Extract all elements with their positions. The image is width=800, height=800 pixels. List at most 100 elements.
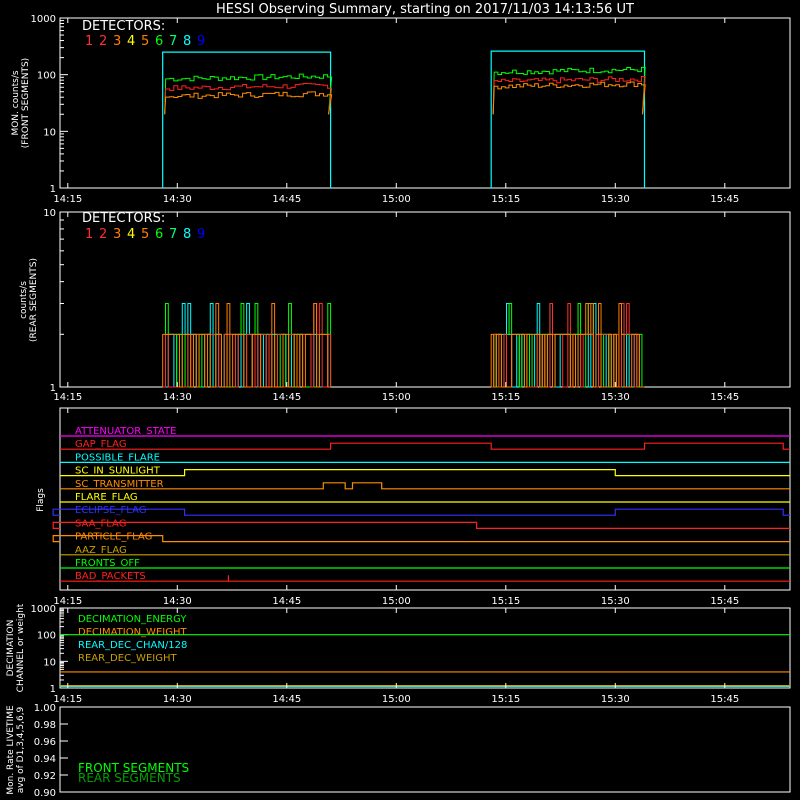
front-detectors-label: DETECTORS: — [82, 19, 165, 34]
x-tick-label: 14:45 — [272, 194, 301, 205]
front-y-axis: 1101001000 — [31, 14, 68, 195]
front-series-red — [164, 82, 333, 115]
y-tick-label: 10 — [43, 127, 56, 138]
x-tick-label: 15:45 — [710, 596, 739, 607]
flag-label-11: BAD_PACKETS — [75, 571, 146, 582]
livetime-tick-label: 1.00 — [34, 703, 56, 714]
flag-label-6: ECLIPSE_FLAG — [75, 505, 146, 516]
flag-line-6 — [52, 508, 790, 516]
flag-label-0: ATTENUATOR_STATE — [75, 426, 176, 437]
x-tick-label: 15:15 — [491, 596, 520, 607]
x-tick-label: 15:00 — [382, 194, 411, 205]
x-tick-label: 14:15 — [53, 392, 82, 403]
livetime-ylabel-1: Mon. Rate LIVETIME — [6, 705, 16, 795]
y-tick-label: 1000 — [31, 604, 56, 615]
detector-number-3: 3 — [113, 227, 121, 242]
livetime-legend: FRONT SEGMENTSREAR SEGMENTS — [78, 761, 189, 785]
livetime-tick-label: 0.92 — [34, 771, 56, 782]
rear-detectors-label: DETECTORS: — [82, 211, 165, 226]
y-tick-label: 10 — [43, 657, 56, 668]
front-series-orange — [164, 91, 333, 115]
flag-label-5: FLARE_FLAG — [75, 492, 138, 503]
detector-number-1: 1 — [85, 34, 93, 49]
y-tick-label: 1000 — [31, 14, 56, 25]
detector-number-4: 4 — [127, 34, 135, 49]
front-series-green — [492, 66, 646, 115]
flag-label-8: PARTICLE_FLAG — [75, 532, 152, 543]
decimation-legend: DECIMATION_ENERGY DECIMATION_WEIGHT REAR_D… — [78, 614, 187, 664]
livetime-y-axis: 0.90 0.92 0.94 0.96 0.98 1.00 — [34, 703, 68, 799]
detector-number-5: 5 — [141, 227, 149, 242]
detector-number-2: 2 — [99, 227, 107, 242]
decimation-legend-1: DECIMATION_WEIGHT — [78, 627, 187, 638]
x-tick-label: 15:30 — [601, 596, 630, 607]
front-ylabel-2: (FRONT SEGMENTS) — [21, 58, 31, 148]
flag-line-4 — [60, 482, 790, 490]
x-tick-label: 15:30 — [601, 392, 630, 403]
rear-ylabel-2: (REAR SEGMENTS) — [29, 258, 39, 342]
livetime-tick-label: 0.90 — [34, 788, 56, 799]
detector-number-9: 9 — [197, 227, 205, 242]
rear-count-lines — [162, 303, 645, 388]
y-tick-label: 100 — [37, 71, 56, 82]
front-detector-numbers: 123456789 — [85, 34, 205, 49]
decimation-ylabel-2: CHANNEL or weight — [16, 603, 26, 692]
flag-label-1: GAP_FLAG — [75, 439, 127, 450]
y-tick-label: 10 — [43, 208, 56, 219]
detector-number-9: 9 — [197, 34, 205, 49]
x-tick-label: 15:45 — [710, 392, 739, 403]
flag-label-2: POSSIBLE_FLARE — [75, 452, 160, 463]
flag-line-8 — [52, 534, 790, 543]
detector-number-6: 6 — [155, 227, 163, 242]
x-tick-label: 14:30 — [163, 194, 192, 205]
x-tick-label: 14:45 — [272, 596, 301, 607]
x-tick-label: 15:30 — [601, 694, 630, 705]
flag-label-7: SAA_FLAG — [75, 518, 126, 529]
front-series-cyan — [162, 51, 332, 188]
y-tick-label: 100 — [37, 631, 56, 642]
flags-x-axis: 14:15 14:30 14:45 15:00 15:15 15:30 15:45 — [53, 408, 739, 607]
decimation-legend-2: REAR_DEC_CHAN/128 — [78, 640, 187, 651]
x-tick-label: 14:30 — [163, 392, 192, 403]
front-count-lines — [162, 50, 646, 188]
flag-label-10: FRONTS_OFF — [75, 558, 140, 569]
x-tick-label: 14:15 — [53, 194, 82, 205]
hessi-summary-chart: HESSI Observing Summary, starting on 201… — [6, 2, 791, 799]
decimation-y-axis: 1101001000 — [31, 604, 68, 695]
detector-number-8: 8 — [183, 227, 191, 242]
detector-number-4: 4 — [127, 227, 135, 242]
x-tick-label: 14:30 — [163, 694, 192, 705]
detector-number-5: 5 — [141, 34, 149, 49]
x-tick-label: 15:15 — [491, 694, 520, 705]
front-ylabel-1: MON. counts/s — [11, 70, 21, 135]
detector-number-1: 1 — [85, 227, 93, 242]
flags-lines: ATTENUATOR_STATE GAP_FLAG POSSIBLE_FLARE SC… — [52, 426, 790, 582]
detector-number-2: 2 — [99, 34, 107, 49]
flag-line-3 — [60, 469, 790, 477]
x-tick-label: 14:15 — [53, 596, 82, 607]
flag-label-3: SC_IN_SUNLIGHT — [75, 466, 161, 477]
x-tick-label: 14:45 — [272, 392, 301, 403]
decimation-legend-0: DECIMATION_ENERGY — [78, 614, 187, 625]
x-tick-label: 15:00 — [382, 392, 411, 403]
livetime-tick-label: 0.96 — [34, 737, 56, 748]
rear-detector-numbers: 123456789 — [85, 227, 205, 242]
flag-line-7 — [52, 521, 790, 530]
front-series-red — [492, 76, 646, 115]
x-tick-label: 15:15 — [491, 194, 520, 205]
x-tick-label: 15:00 — [382, 694, 411, 705]
x-tick-label: 15:30 — [601, 194, 630, 205]
rear-y-axis: 110 — [43, 208, 68, 394]
livetime-legend-1: REAR SEGMENTS — [78, 771, 181, 785]
detector-number-8: 8 — [183, 34, 191, 49]
page-title: HESSI Observing Summary, starting on 201… — [216, 2, 634, 17]
x-tick-label: 14:15 — [53, 694, 82, 705]
front-series-orange — [492, 81, 646, 115]
decimation-legend-3: REAR_DEC_WEIGHT — [78, 653, 177, 664]
flag-label-9: AAZ_FLAG — [75, 545, 127, 556]
livetime-tick-label: 0.94 — [34, 754, 56, 765]
detector-number-3: 3 — [113, 34, 121, 49]
x-tick-label: 14:45 — [272, 694, 301, 705]
x-tick-label: 14:30 — [163, 596, 192, 607]
decimation-ylabel-1: DECIMATION — [6, 620, 16, 677]
